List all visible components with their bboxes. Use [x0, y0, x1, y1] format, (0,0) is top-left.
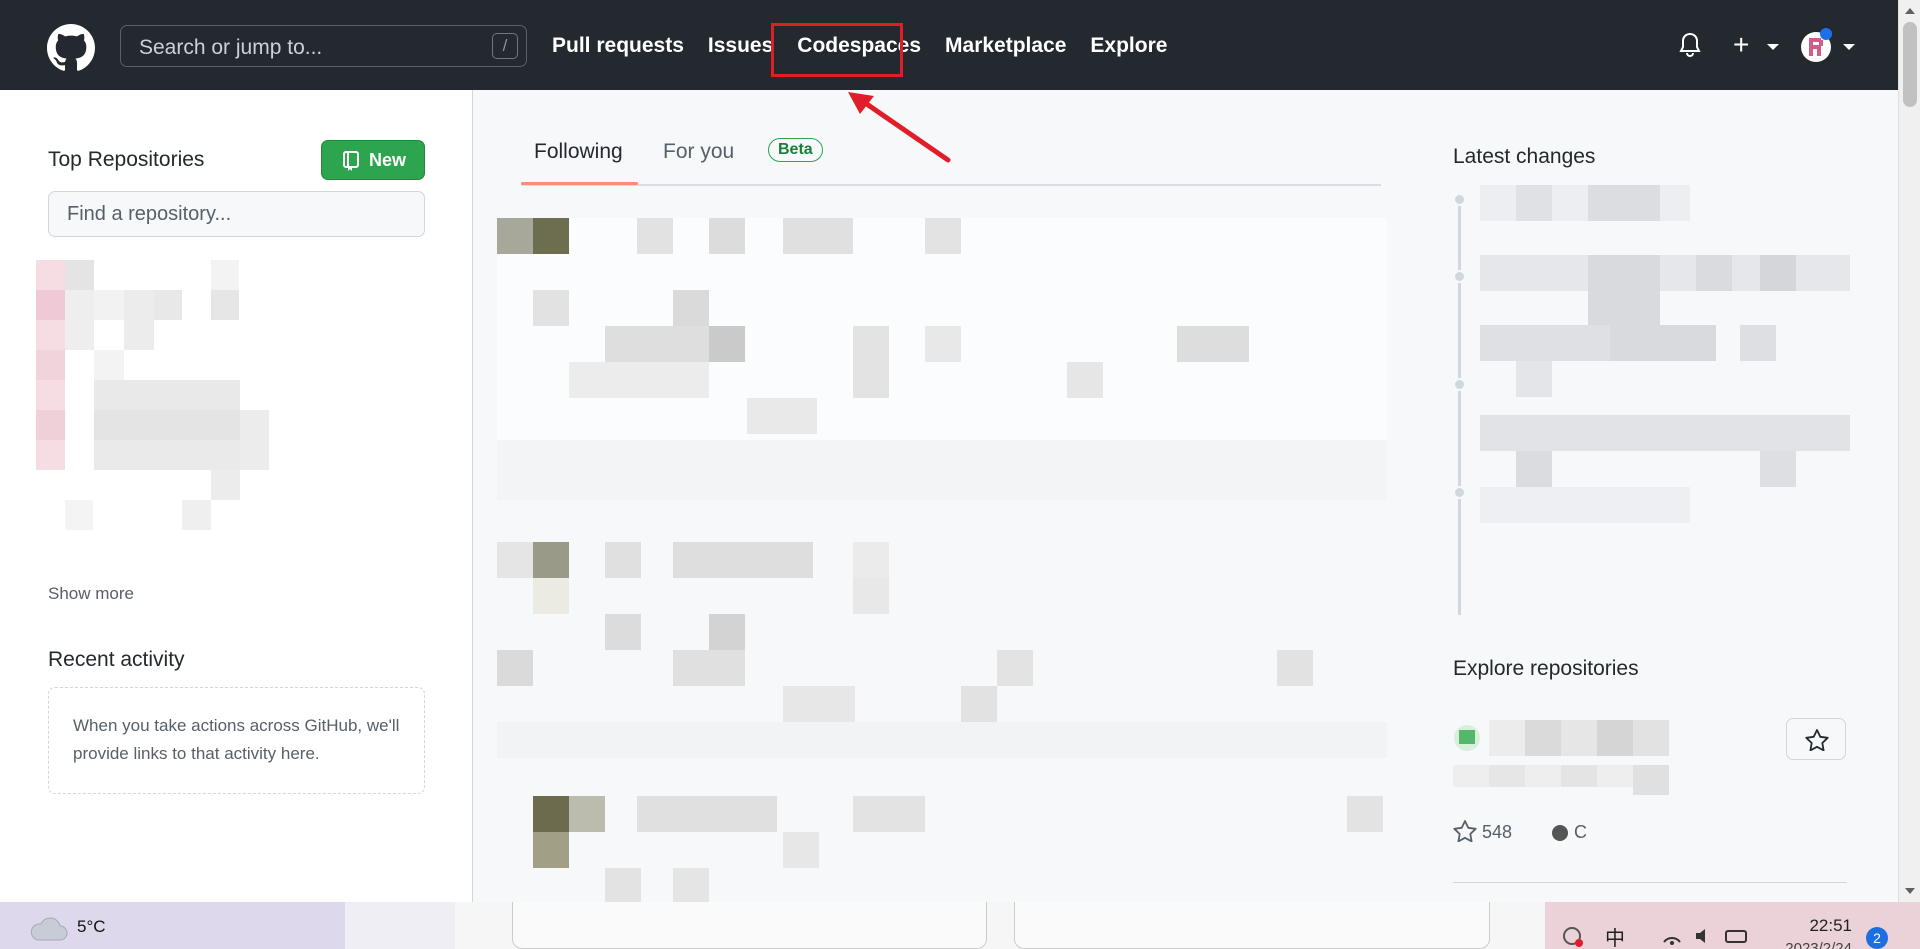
active-tab-underline	[521, 182, 638, 185]
annotation-highlight-box	[771, 23, 903, 77]
timeline-dot	[1453, 193, 1466, 206]
repo-icon	[342, 151, 360, 176]
cloud-icon	[30, 917, 68, 941]
annotation-arrow-icon	[848, 92, 951, 163]
recent-activity-title: Recent activity	[48, 648, 185, 671]
tray-icons	[1663, 929, 1747, 945]
volume-icon	[1696, 929, 1705, 943]
page-scrollbar[interactable]	[1898, 0, 1920, 902]
new-repository-button[interactable]: New	[321, 140, 425, 180]
redacted-feed-content	[497, 200, 1387, 902]
beta-badge: Beta	[768, 138, 823, 162]
section-divider	[1453, 882, 1847, 883]
global-header: Search or jump to... / Pull requests Iss…	[0, 0, 1898, 90]
scroll-down-arrow-icon[interactable]	[1905, 888, 1915, 894]
github-logo-icon[interactable]	[47, 24, 95, 72]
notifications-bell-icon[interactable]	[1678, 32, 1702, 63]
clock-time[interactable]: 22:51	[1772, 916, 1852, 936]
timeline-dot	[1453, 378, 1466, 391]
search-shortcut-key: /	[492, 33, 518, 59]
recent-activity-empty-state: When you take actions across GitHub, we'…	[48, 687, 425, 794]
clock-date[interactable]: 2023/2/24	[1772, 940, 1852, 949]
tab-following[interactable]: Following	[534, 140, 623, 164]
taskbar-preview-card[interactable]	[512, 902, 987, 949]
timeline-dot	[1453, 486, 1466, 499]
timeline-dot	[1453, 270, 1466, 283]
explore-repositories-title: Explore repositories	[1453, 657, 1639, 680]
sync-app-icon[interactable]	[1560, 924, 1586, 948]
battery-icon	[1725, 930, 1747, 943]
new-button-label: New	[369, 150, 407, 170]
create-new-plus-icon[interactable]: +	[1733, 31, 1749, 59]
create-dropdown-caret-icon[interactable]	[1767, 44, 1779, 50]
user-menu-caret-icon[interactable]	[1843, 44, 1855, 50]
nav-marketplace[interactable]: Marketplace	[933, 30, 1078, 62]
tab-for-you[interactable]: For you	[663, 140, 734, 164]
show-more-link[interactable]: Show more	[48, 584, 134, 604]
find-repository-input[interactable]: Find a repository...	[48, 191, 425, 237]
search-placeholder: Search or jump to...	[139, 36, 323, 59]
language-name: C	[1574, 822, 1587, 842]
header-actions: +	[1668, 28, 1868, 64]
redacted-repository-list	[36, 260, 269, 530]
star-outline-icon	[1453, 820, 1477, 843]
weather-widget[interactable]: 5°C	[0, 902, 345, 949]
notification-count-badge[interactable]: 2	[1866, 927, 1888, 949]
repo-stars: 548	[1453, 820, 1512, 847]
input-method-indicator[interactable]: 中	[1605, 922, 1625, 949]
os-taskbar: 5°C 中 22:51 2023/2/24 2	[0, 902, 1920, 949]
weather-temperature: 5°C	[77, 917, 106, 936]
star-icon	[1805, 729, 1829, 751]
latest-changes-title: Latest changes	[1453, 145, 1596, 168]
language-color-dot	[1552, 825, 1568, 841]
nav-pull-requests[interactable]: Pull requests	[540, 30, 696, 62]
dashboard-sidebar: Top Repositories New Find a repository..…	[0, 90, 473, 902]
changes-timeline	[1458, 195, 1461, 615]
star-repo-button[interactable]	[1786, 718, 1846, 760]
search-input[interactable]: Search or jump to... /	[120, 25, 527, 67]
nav-explore[interactable]: Explore	[1078, 30, 1179, 62]
redacted-latest-changes	[1480, 185, 1850, 523]
scroll-thumb[interactable]	[1903, 22, 1917, 107]
redacted-explore-repo	[1453, 720, 1669, 795]
top-repositories-title: Top Repositories	[48, 148, 205, 171]
taskbar-preview-card[interactable]	[1014, 902, 1490, 949]
stars-count-value: 548	[1482, 822, 1513, 842]
avatar-status-dot	[1820, 28, 1832, 40]
scroll-up-arrow-icon[interactable]	[1905, 8, 1915, 14]
